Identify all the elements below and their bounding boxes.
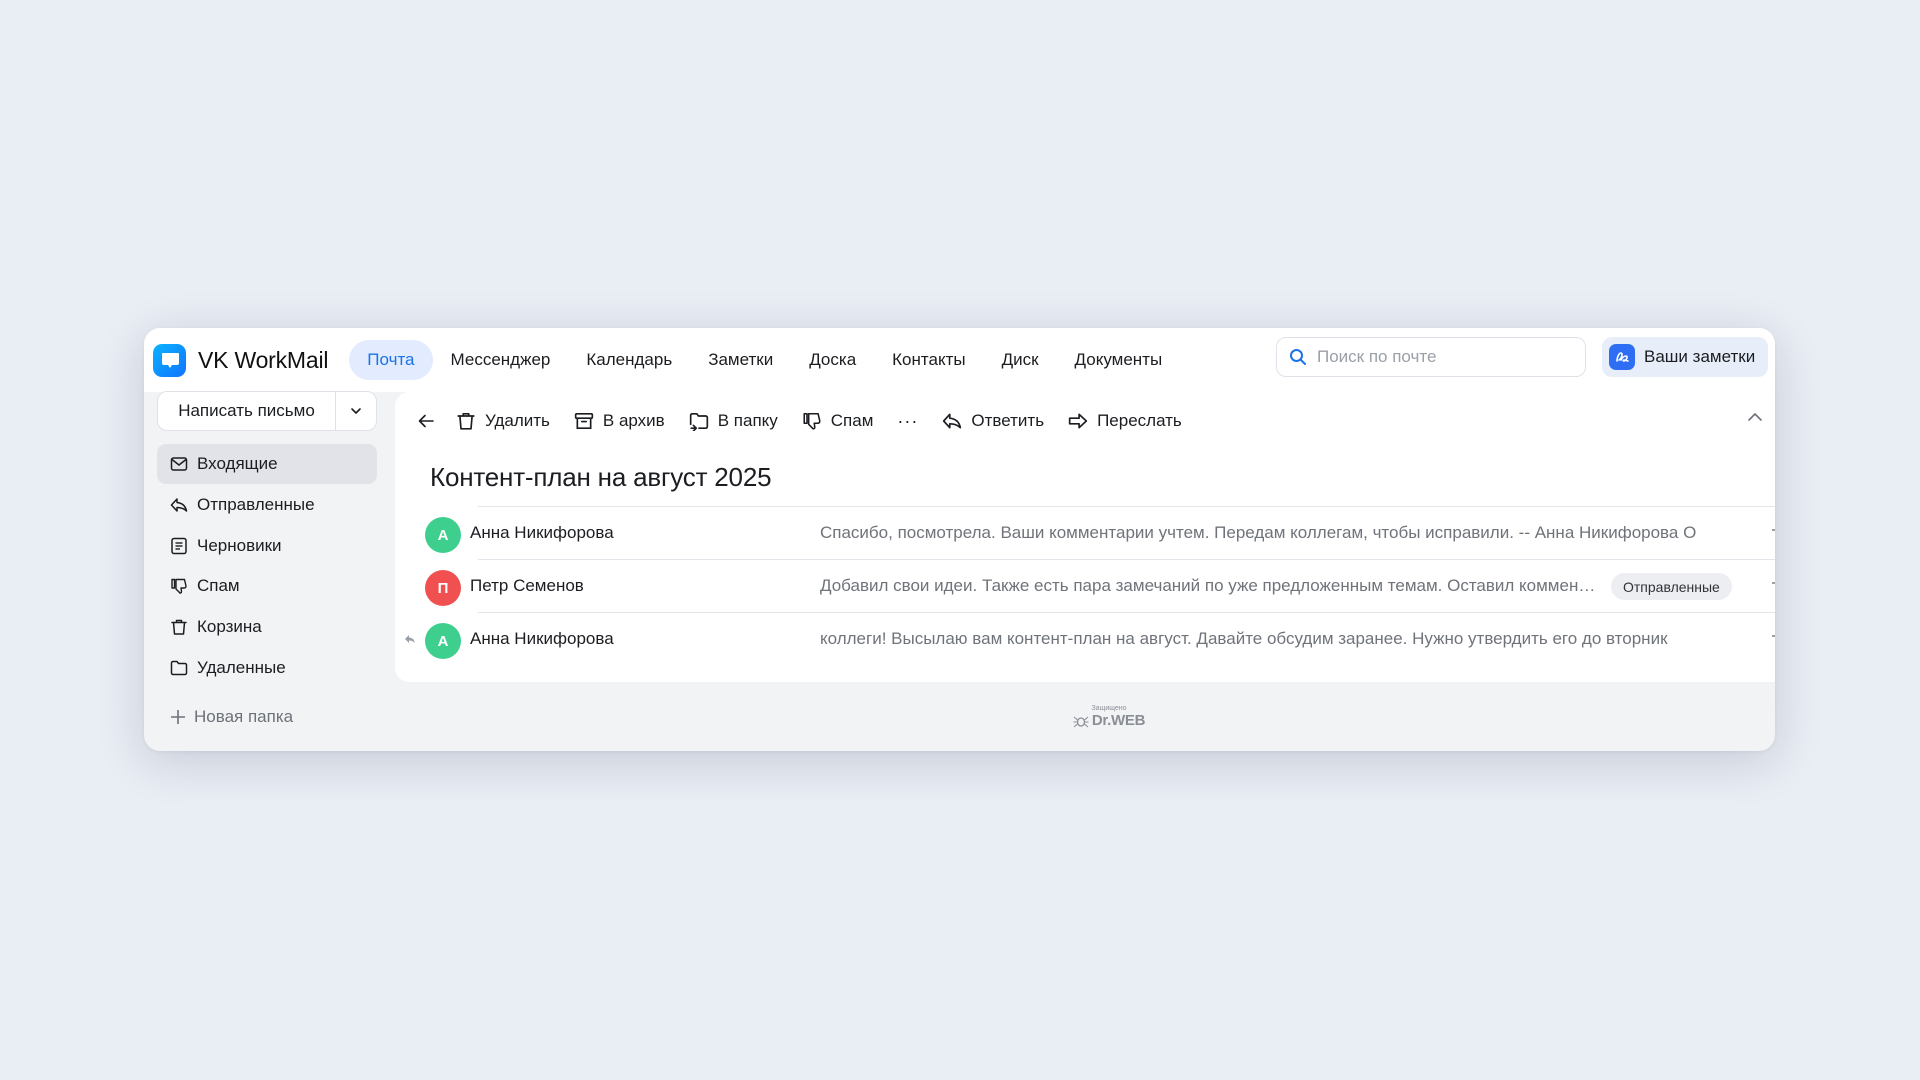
sidebar-item-label: Спам — [197, 576, 240, 596]
delete-button[interactable]: Удалить — [456, 411, 550, 431]
sidebar-item-deleted[interactable]: Удаленные — [157, 648, 377, 688]
reply-icon — [942, 411, 962, 431]
forward-button[interactable]: Переслать — [1068, 411, 1182, 431]
thread-subject: Контент-план на август 2025 — [430, 462, 772, 492]
top-header: VK WorkMail Почта Мессенджер Календарь З… — [144, 328, 1775, 392]
forward-icon — [1068, 411, 1088, 431]
replied-icon — [404, 634, 416, 644]
search-input[interactable] — [1317, 347, 1567, 367]
thread-message[interactable]: П Петр Семенов Добавил свои идеи. Также … — [425, 559, 1775, 612]
message-sender: Петр Семенов — [470, 576, 584, 595]
new-folder-button[interactable]: Новая папка — [170, 707, 293, 727]
sidebar-item-spam[interactable]: Спам — [157, 566, 377, 606]
drweb-label: Dr.WEB — [1091, 712, 1146, 729]
message-toolbar: Удалить В архив В папку Спам ··· Ответит… — [395, 392, 1775, 450]
folder-icon — [170, 659, 188, 677]
forward-label: Переслать — [1097, 411, 1182, 430]
message-view: Удалить В архив В папку Спам ··· Ответит… — [395, 392, 1775, 682]
notes-icon — [1609, 344, 1635, 370]
message-snippet: Добавил свои идеи. Также есть пара замеч… — [820, 576, 1600, 595]
sidebar-item-sent[interactable]: Отправленные — [157, 485, 377, 525]
message-sender: Анна Никифорова — [470, 523, 614, 542]
app-logo[interactable]: VK WorkMail — [153, 343, 329, 377]
spam-button[interactable]: Спам — [802, 411, 874, 431]
chevron-down-icon — [350, 407, 362, 415]
compose-control: Написать письмо — [157, 391, 377, 431]
drweb-brand: Dr.WEB — [1065, 712, 1153, 729]
nav-disk[interactable]: Диск — [984, 340, 1057, 380]
message-marker — [1772, 635, 1775, 637]
workmail-logo-icon — [153, 343, 186, 377]
thread-list: А Анна Никифорова Спасибо, посмотрела. В… — [395, 506, 1775, 665]
drweb-badge: Защищено Dr.WEB — [1065, 705, 1153, 729]
sidebar-item-drafts[interactable]: Черновики — [157, 526, 377, 566]
more-dots-icon: ··· — [897, 410, 919, 431]
compose-dropdown-button[interactable] — [336, 392, 376, 430]
nav-documents[interactable]: Документы — [1057, 340, 1181, 380]
message-marker — [1772, 582, 1775, 584]
thread-message[interactable]: А Анна Никифорова коллеги! Высылаю вам к… — [405, 612, 1775, 665]
sidebar-item-label: Входящие — [197, 454, 278, 473]
nav-mail[interactable]: Почта — [349, 340, 433, 380]
archive-label: В архив — [602, 411, 665, 430]
archive-button[interactable]: В архив — [574, 411, 665, 431]
search-box — [1276, 337, 1586, 377]
more-actions-button[interactable]: ··· — [897, 411, 918, 432]
message-marker — [1772, 529, 1775, 531]
message-snippet: Спасибо, посмотрела. Ваши комментарии уч… — [820, 523, 1697, 542]
sent-icon — [170, 496, 188, 514]
trash-icon — [170, 618, 188, 636]
compose-button[interactable]: Написать письмо — [158, 392, 336, 430]
folder-tag: Отправленные — [1611, 573, 1732, 600]
sidebar-item-label: Корзина — [197, 617, 262, 637]
spam-icon — [170, 577, 188, 595]
nav-messenger[interactable]: Мессенджер — [433, 340, 569, 380]
avatar: А — [425, 517, 461, 553]
nav-calendar[interactable]: Календарь — [568, 340, 690, 380]
main-nav: Почта Мессенджер Календарь Заметки Доска… — [349, 340, 1180, 380]
plus-icon — [170, 709, 186, 725]
your-notes-button[interactable]: Ваши заметки — [1602, 337, 1768, 377]
move-to-folder-button[interactable]: В папку — [689, 411, 778, 431]
sidebar-item-label: Черновики — [197, 535, 282, 555]
new-folder-label: Новая папка — [194, 707, 294, 726]
message-snippet: коллеги! Высылаю вам контент-план на авг… — [820, 629, 1668, 648]
drafts-icon — [170, 537, 188, 555]
thread-message[interactable]: А Анна Никифорова Спасибо, посмотрела. В… — [425, 506, 1775, 559]
sidebar-item-inbox[interactable]: Входящие — [157, 444, 377, 484]
move-label: В папку — [717, 411, 778, 430]
nav-board[interactable]: Доска — [791, 340, 874, 380]
move-folder-icon — [689, 411, 709, 431]
inbox-icon — [170, 455, 188, 473]
mail-window: VK WorkMail Почта Мессенджер Календарь З… — [144, 328, 1775, 751]
collapse-button[interactable] — [1747, 412, 1763, 422]
protected-label: Защищено — [1091, 705, 1127, 712]
message-sender: Анна Никифорова — [470, 629, 614, 648]
arrow-left-icon — [417, 412, 435, 430]
avatar: А — [425, 623, 461, 659]
avatar: П — [425, 570, 461, 606]
delete-label: Удалить — [485, 411, 550, 430]
nav-contacts[interactable]: Контакты — [874, 340, 983, 380]
nav-notes[interactable]: Заметки — [690, 340, 791, 380]
your-notes-label: Ваши заметки — [1644, 347, 1756, 366]
trash-icon — [456, 411, 476, 431]
sidebar-item-label: Удаленные — [197, 657, 286, 677]
thumbs-down-icon — [802, 411, 822, 431]
spam-label: Спам — [830, 411, 874, 430]
reply-label: Ответить — [971, 411, 1045, 430]
reply-button[interactable]: Ответить — [942, 411, 1044, 431]
spider-icon — [1073, 714, 1089, 728]
back-button[interactable] — [417, 412, 435, 430]
sidebar-item-label: Отправленные — [197, 494, 315, 514]
archive-icon — [574, 411, 594, 431]
search-icon — [1289, 348, 1307, 366]
chevron-up-icon — [1747, 412, 1763, 422]
sidebar-item-trash[interactable]: Корзина — [157, 607, 377, 647]
app-name: VK WorkMail — [198, 346, 329, 373]
folder-list: Входящие Отправленные Черновики Спам Кор… — [157, 444, 377, 689]
